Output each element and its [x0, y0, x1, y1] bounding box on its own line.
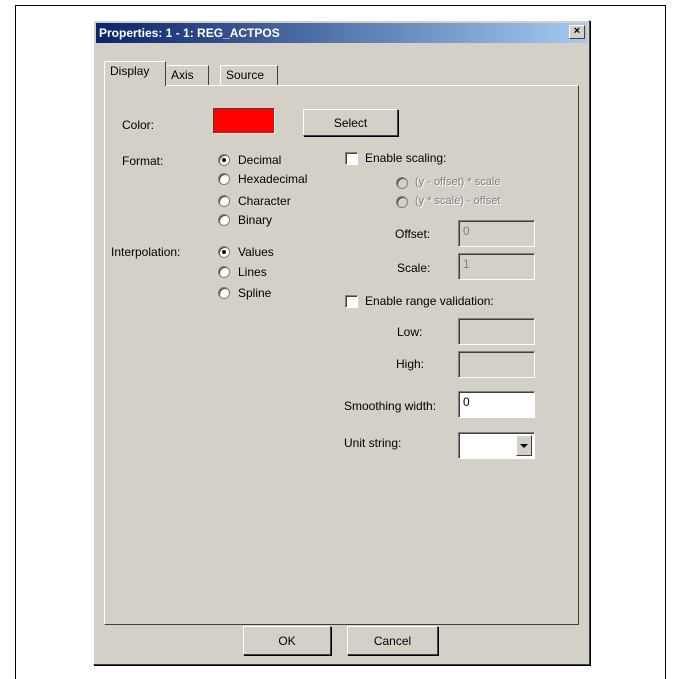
window-title: Properties: 1 - 1: REG_ACTPOS [99, 26, 280, 40]
high-input[interactable] [458, 351, 535, 378]
tab-display[interactable]: Display [104, 61, 166, 86]
scale-mode-2-label: (y * scale) - offset [415, 195, 501, 207]
low-input[interactable] [458, 318, 535, 345]
smoothing-width-label: Smoothing width: [344, 399, 437, 413]
interp-spline-label: Spline [238, 286, 272, 300]
color-label: Color: [122, 118, 155, 132]
low-label: Low: [397, 325, 423, 339]
radio-interp-values[interactable] [218, 246, 230, 258]
title-bar[interactable]: Properties: 1 - 1: REG_ACTPOS × [96, 23, 587, 43]
interp-values-label: Values [238, 245, 274, 259]
scale-label: Scale: [397, 261, 431, 275]
radio-scale-mode-1[interactable] [396, 177, 408, 189]
enable-scaling-label: Enable scaling: [365, 151, 447, 165]
tab-axis[interactable]: Axis [165, 65, 209, 85]
interp-lines-label: Lines [238, 265, 267, 279]
properties-dialog: Properties: 1 - 1: REG_ACTPOS × Display … [93, 20, 590, 665]
format-binary-label: Binary [238, 213, 273, 227]
tab-source[interactable]: Source [220, 65, 278, 85]
smoothing-width-input[interactable]: 0 [458, 391, 535, 418]
radio-format-character[interactable] [218, 195, 230, 207]
high-label: High: [396, 357, 425, 371]
enable-scaling-checkbox[interactable] [345, 152, 358, 165]
select-color-button[interactable]: Select [303, 109, 398, 136]
format-decimal-label: Decimal [238, 153, 282, 167]
scale-mode-1-label: (y - offset) * scale [415, 176, 501, 188]
close-icon[interactable]: × [569, 25, 585, 39]
radio-format-decimal[interactable] [218, 154, 230, 166]
unit-string-label: Unit string: [344, 436, 402, 450]
format-label: Format: [122, 154, 164, 168]
offset-input[interactable]: 0 [458, 220, 535, 247]
radio-format-binary[interactable] [218, 214, 230, 226]
color-swatch[interactable] [213, 108, 275, 134]
scale-input[interactable]: 1 [458, 253, 535, 280]
offset-label: Offset: [395, 227, 431, 241]
radio-scale-mode-2[interactable] [396, 196, 408, 208]
interpolation-label: Interpolation: [111, 245, 181, 259]
unit-string-dropdown[interactable] [458, 432, 535, 459]
enable-range-checkbox[interactable] [345, 295, 358, 308]
chevron-down-icon[interactable] [516, 435, 532, 456]
format-character-label: Character [238, 194, 291, 208]
enable-range-label: Enable range validation: [365, 294, 494, 308]
radio-format-hexadecimal[interactable] [218, 173, 230, 185]
ok-button[interactable]: OK [243, 626, 331, 655]
format-hexadecimal-label: Hexadecimal [238, 172, 308, 186]
radio-interp-lines[interactable] [218, 266, 230, 278]
cancel-button[interactable]: Cancel [347, 626, 438, 655]
radio-interp-spline[interactable] [218, 287, 230, 299]
